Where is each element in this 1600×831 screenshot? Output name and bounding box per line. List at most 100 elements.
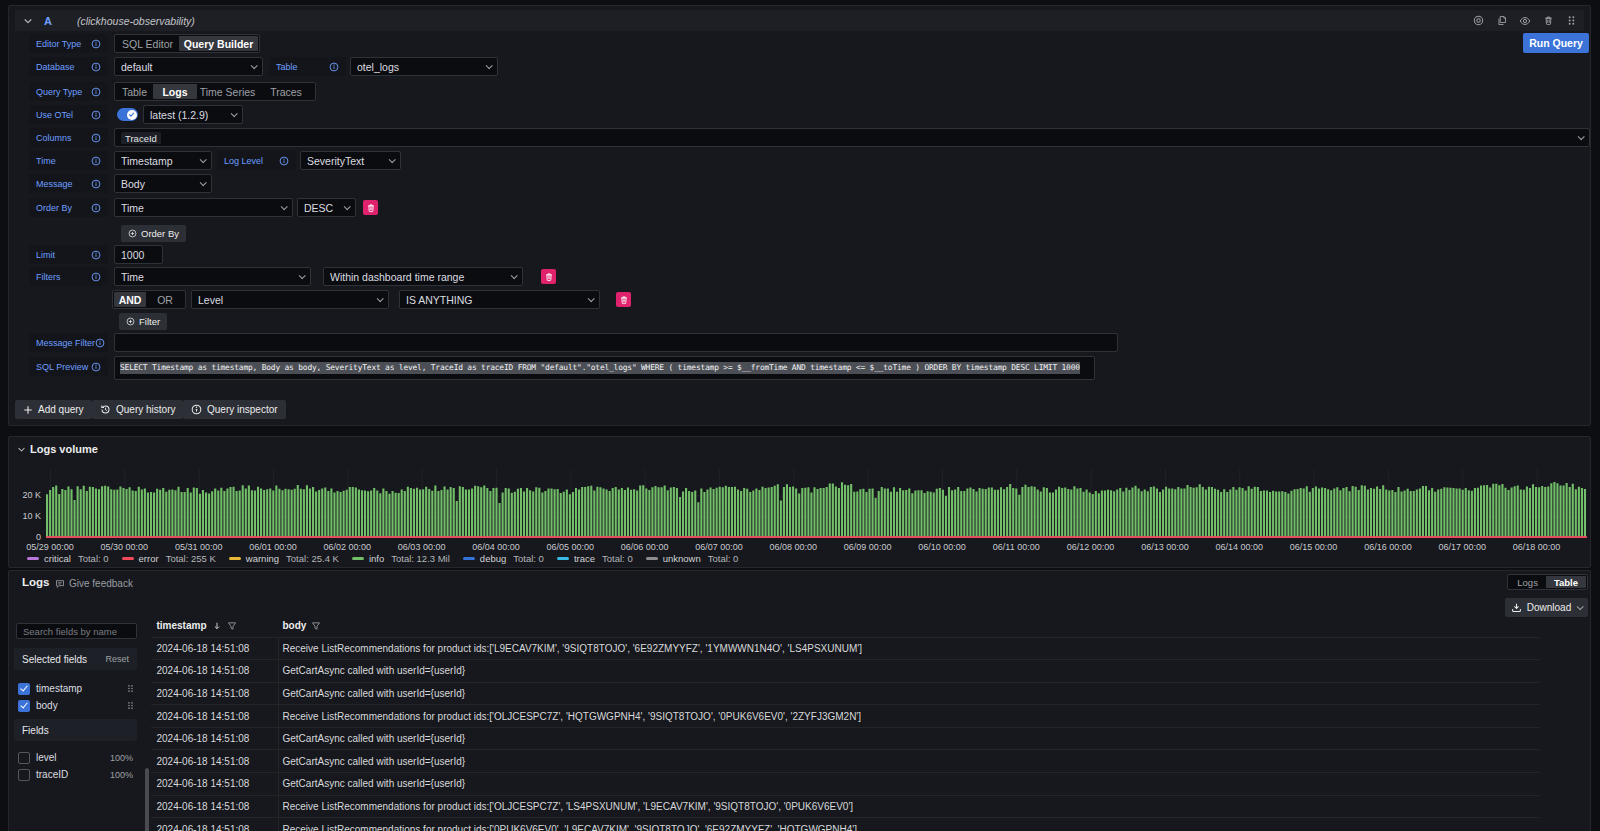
remove-query-icon[interactable]: [1543, 15, 1554, 26]
table-select[interactable]: otel_logs: [350, 57, 498, 76]
legend-item-debug[interactable]: debugTotal: 0: [463, 553, 544, 564]
filter-conjunction-toggle-option-or[interactable]: OR: [146, 292, 184, 307]
add-query-button[interactable]: Add query: [15, 400, 92, 419]
legend-item-error[interactable]: errorTotal: 255 K: [122, 553, 216, 564]
database-select[interactable]: default: [114, 57, 263, 76]
give-feedback-link[interactable]: Give feedback: [55, 578, 133, 589]
log-row[interactable]: 2024-06-18 14:51:08GetCartAsync called w…: [151, 682, 1539, 705]
checkbox-timestamp[interactable]: [18, 683, 30, 695]
message-column-select[interactable]: Body: [114, 174, 212, 193]
database-label-info-icon[interactable]: [91, 62, 101, 72]
view-option-table[interactable]: Table: [1546, 576, 1586, 588]
filter-body-icon[interactable]: [311, 621, 321, 631]
legend-item-warning[interactable]: warningTotal: 25.4 K: [229, 553, 339, 564]
log-row[interactable]: 2024-06-18 14:51:08Receive ListRecommend…: [151, 704, 1539, 727]
otel-version-select[interactable]: latest (1.2.9): [143, 105, 243, 124]
remove-filter-button[interactable]: [541, 269, 556, 284]
log-timestamp-cell: 2024-06-18 14:51:08: [151, 796, 279, 818]
columns-multiselect[interactable]: TraceId: [114, 128, 1590, 147]
drag-field-icon[interactable]: [126, 684, 135, 693]
query-type-label-info-icon[interactable]: [91, 87, 101, 97]
use-otel-label-info-icon[interactable]: [91, 110, 101, 120]
filters-label-info-icon[interactable]: [91, 272, 101, 282]
view-option-logs[interactable]: Logs: [1509, 576, 1546, 588]
legend-item-unknown[interactable]: unknownTotal: 0: [646, 553, 739, 564]
log-row[interactable]: 2024-06-18 14:51:08GetCartAsync called w…: [151, 772, 1539, 795]
order-by-label-info-icon[interactable]: [91, 203, 101, 213]
message-filter-input[interactable]: [114, 333, 1118, 352]
columns-label-info-icon[interactable]: [91, 133, 101, 143]
limit-input[interactable]: 1000: [114, 245, 163, 264]
column-header-body[interactable]: body: [283, 620, 322, 631]
legend-item-critical[interactable]: criticalTotal: 0: [27, 553, 109, 564]
log-row[interactable]: 2024-06-18 14:51:08GetCartAsync called w…: [151, 659, 1539, 682]
logs-volume-header[interactable]: Logs volume: [17, 443, 98, 455]
collapse-panel-icon[interactable]: [17, 445, 26, 454]
filter-operator-select[interactable]: Within dashboard time range: [323, 267, 523, 286]
filter-field-select[interactable]: Time: [114, 267, 311, 286]
message-label-info-icon[interactable]: [91, 179, 101, 189]
column-header-timestamp[interactable]: timestamp: [157, 620, 237, 631]
query-history-button[interactable]: Query history: [92, 400, 183, 419]
log-timestamp-cell: 2024-06-18 14:51:08: [151, 705, 279, 727]
chevron-down-icon: [389, 156, 396, 163]
query-type-toggle-option-table[interactable]: Table: [116, 84, 153, 99]
add-filter-button[interactable]: Filter: [119, 313, 167, 330]
log-row[interactable]: 2024-06-18 14:51:08Receive ListRecommend…: [151, 637, 1539, 660]
filter-conjunction-toggle-option-and[interactable]: AND: [114, 292, 146, 307]
sidebar-scrollbar-thumb[interactable]: [145, 768, 149, 831]
legend-item-trace[interactable]: traceTotal: 0: [557, 553, 633, 564]
drag-field-icon[interactable]: [126, 701, 135, 710]
time-label-info-icon[interactable]: [91, 156, 101, 166]
editor-type-toggle-option-sql-editor[interactable]: SQL Editor: [116, 36, 179, 51]
drag-query-icon[interactable]: [1566, 15, 1577, 26]
column-chip[interactable]: TraceId: [121, 132, 161, 144]
run-query-button[interactable]: Run Query: [1523, 33, 1589, 53]
order-by-direction-select[interactable]: DESC: [297, 198, 356, 217]
log-row[interactable]: 2024-06-18 14:51:08Receive ListRecommend…: [151, 817, 1539, 831]
collapse-query-icon[interactable]: [23, 16, 33, 26]
log-body-cell: GetCartAsync called with userId={userId}: [279, 750, 1540, 772]
checkbox-level[interactable]: [18, 752, 30, 764]
log-row[interactable]: 2024-06-18 14:51:08GetCartAsync called w…: [151, 727, 1539, 750]
remove-order-by-button[interactable]: [363, 200, 378, 215]
message-filter-label-info-icon[interactable]: [95, 338, 105, 348]
query-type-toggle-option-logs[interactable]: Logs: [153, 84, 197, 99]
editor-type-label-info-icon[interactable]: [91, 39, 101, 49]
hide-response-icon[interactable]: [1519, 15, 1531, 27]
editor-type-toggle-option-query-builder[interactable]: Query Builder: [179, 36, 258, 51]
sql-preview-box[interactable]: SELECT Timestamp as timestamp, Body as b…: [114, 356, 1095, 380]
add-order-by-button[interactable]: Order By: [121, 225, 186, 242]
duplicate-query-icon[interactable]: [1496, 15, 1507, 26]
query-type-toggle-option-time-series[interactable]: Time Series: [197, 84, 258, 99]
log-row[interactable]: 2024-06-18 14:51:08Receive ListRecommend…: [151, 795, 1539, 818]
time-column-select[interactable]: Timestamp: [114, 151, 212, 170]
log-body-cell: Receive ListRecommendations for product …: [279, 638, 1540, 660]
legend-item-info[interactable]: infoTotal: 12.3 Mil: [352, 553, 450, 564]
download-button[interactable]: Download: [1505, 598, 1588, 617]
order-by-field-select[interactable]: Time: [114, 198, 293, 217]
log-row[interactable]: 2024-06-18 14:51:08GetCartAsync called w…: [151, 749, 1539, 772]
filter-timestamp-icon[interactable]: [227, 621, 237, 631]
query-inspector-button[interactable]: Query inspector: [183, 400, 286, 419]
query-type-toggle-option-traces[interactable]: Traces: [258, 84, 314, 99]
remove-filter2-button[interactable]: [616, 292, 631, 307]
checkbox-body[interactable]: [18, 700, 30, 712]
filter2-field-select[interactable]: Level: [191, 290, 389, 309]
log-level-select[interactable]: SeverityText: [300, 151, 401, 170]
filter2-operator-select[interactable]: IS ANYTHING: [399, 290, 600, 309]
table-label-info-icon[interactable]: [329, 62, 339, 72]
log-level-label-info-icon[interactable]: [279, 156, 289, 166]
sql-preview-label-info-icon[interactable]: [91, 362, 101, 372]
legend-total: Total: 0: [513, 553, 544, 564]
search-fields-input[interactable]: Search fields by name: [16, 623, 137, 639]
record-query-icon[interactable]: [1473, 15, 1484, 26]
limit-label-info-icon[interactable]: [91, 250, 101, 260]
use-otel-switch[interactable]: [117, 108, 138, 121]
use-otel-label-text: Use OTel: [36, 110, 73, 120]
checkbox-traceID[interactable]: [18, 769, 30, 781]
query-row-header[interactable]: A (clickhouse-observability): [15, 10, 1584, 31]
reset-fields-button[interactable]: Reset: [105, 654, 129, 664]
sort-desc-icon[interactable]: [212, 621, 222, 631]
log-body-cell: Receive ListRecommendations for product …: [279, 818, 1540, 831]
